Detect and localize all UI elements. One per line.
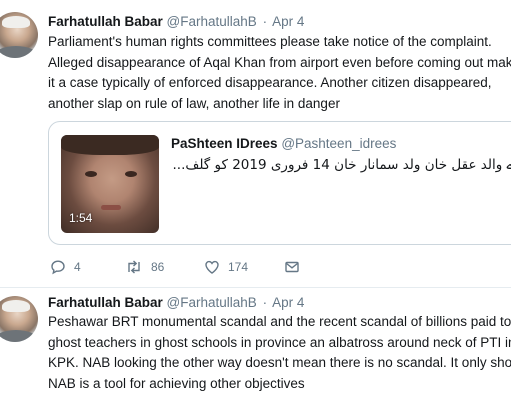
reply-count: 4 [74,260,81,274]
retweet-count: 86 [151,260,165,274]
envelope-icon [285,261,299,273]
retweet-icon [128,260,140,274]
direct-message-button[interactable] [284,258,300,276]
avatar-hair [2,16,30,28]
author-handle[interactable]: @FarhatullahB [167,295,257,310]
tweet-text: Parliament's human rights committees ple… [48,32,511,114]
quoted-text: رے والد عقل خان ولد سمانار خان 14 فروری … [172,157,511,173]
thumbnail-eye [85,171,97,177]
reply-icon [51,260,65,275]
tweet-1[interactable]: Farhatullah Babar @FarhatullahB · Apr 4 … [0,0,511,288]
tweet-text-line: NAB is a tool for achieving other object… [48,375,305,391]
avatar[interactable] [0,12,38,58]
thumbnail-eye [125,171,137,177]
tweet-text-line: Peshawar BRT monumental scandal and the … [48,314,511,329]
video-thumbnail[interactable]: 1:54 [61,135,159,233]
quoted-header: PaShteen IDrees @Pashteen_idrees [171,136,396,151]
avatar-shoulders [0,330,38,342]
thumbnail-hair [61,135,159,155]
heart-icon [205,260,219,274]
avatar-shoulders [0,46,38,58]
separator: · [262,295,268,310]
thumbnail-mouth [101,205,121,210]
tweet-text: Peshawar BRT monumental scandal and the … [48,312,511,394]
tweet-header: Farhatullah Babar @FarhatullahB · Apr 4 [48,14,304,29]
tweet-text-line: another slap on rule of law, another lif… [48,95,340,111]
retweet-button[interactable]: 86 [125,258,164,276]
tweet-header: Farhatullah Babar @FarhatullahB · Apr 4 [48,295,304,310]
tweet-2[interactable]: Farhatullah Babar @FarhatullahB · Apr 4 … [0,287,511,400]
author-name[interactable]: Farhatullah Babar [48,14,163,29]
quoted-tweet[interactable]: 1:54 PaShteen IDrees @Pashteen_idrees رے… [48,121,511,245]
author-handle[interactable]: @FarhatullahB [167,14,257,29]
tweet-date[interactable]: Apr 4 [272,295,304,310]
like-count: 174 [228,260,249,274]
thumbnail-eyes [85,171,137,179]
avatar[interactable] [0,296,38,342]
tweet-date[interactable]: Apr 4 [272,14,304,29]
avatar-hair [2,300,30,312]
tweet-text-line: it a case typically of enforced disappea… [48,75,492,90]
like-button[interactable]: 174 [204,258,248,276]
separator: · [262,14,268,29]
quoted-author-name[interactable]: PaShteen IDrees [171,136,278,151]
tweet-text-line: Parliament's human rights committees ple… [48,34,492,49]
tweet-text-line: Alleged disappearance of Aqal Khan from … [48,54,511,70]
tweet-text-line: KPK. NAB looking the other way doesn't m… [48,355,511,370]
tweet-text-line: ghost teachers in ghost schools in provi… [48,334,511,350]
video-duration: 1:54 [69,211,93,225]
quoted-author-handle[interactable]: @Pashteen_idrees [281,136,396,151]
reply-button[interactable]: 4 [50,258,81,276]
author-name[interactable]: Farhatullah Babar [48,295,163,310]
